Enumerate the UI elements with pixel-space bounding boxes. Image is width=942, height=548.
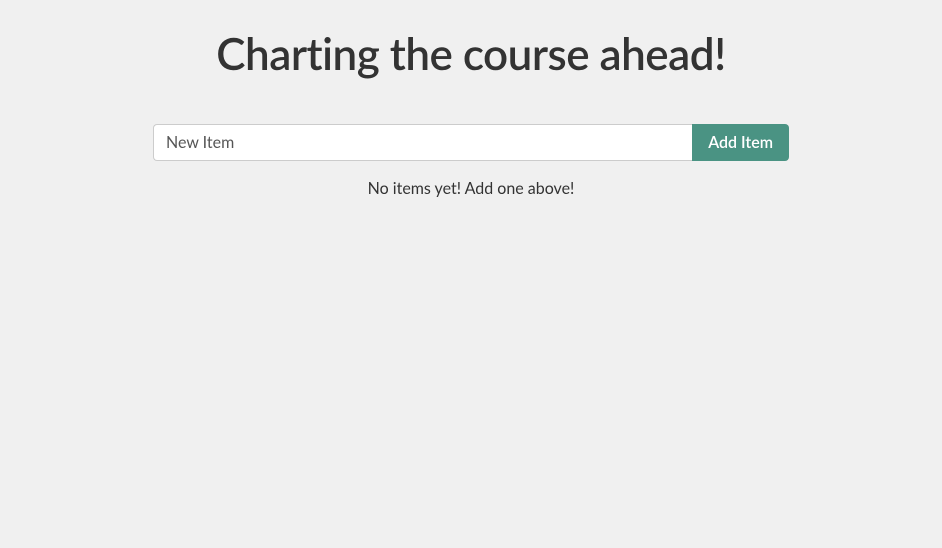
add-item-button[interactable]: Add Item — [692, 124, 789, 161]
page-title: Charting the course ahead! — [153, 28, 789, 80]
new-item-input[interactable] — [153, 124, 692, 161]
main-container: Charting the course ahead! Add Item No i… — [153, 0, 789, 198]
empty-state-message: No items yet! Add one above! — [153, 179, 789, 198]
add-item-form: Add Item — [153, 124, 789, 161]
